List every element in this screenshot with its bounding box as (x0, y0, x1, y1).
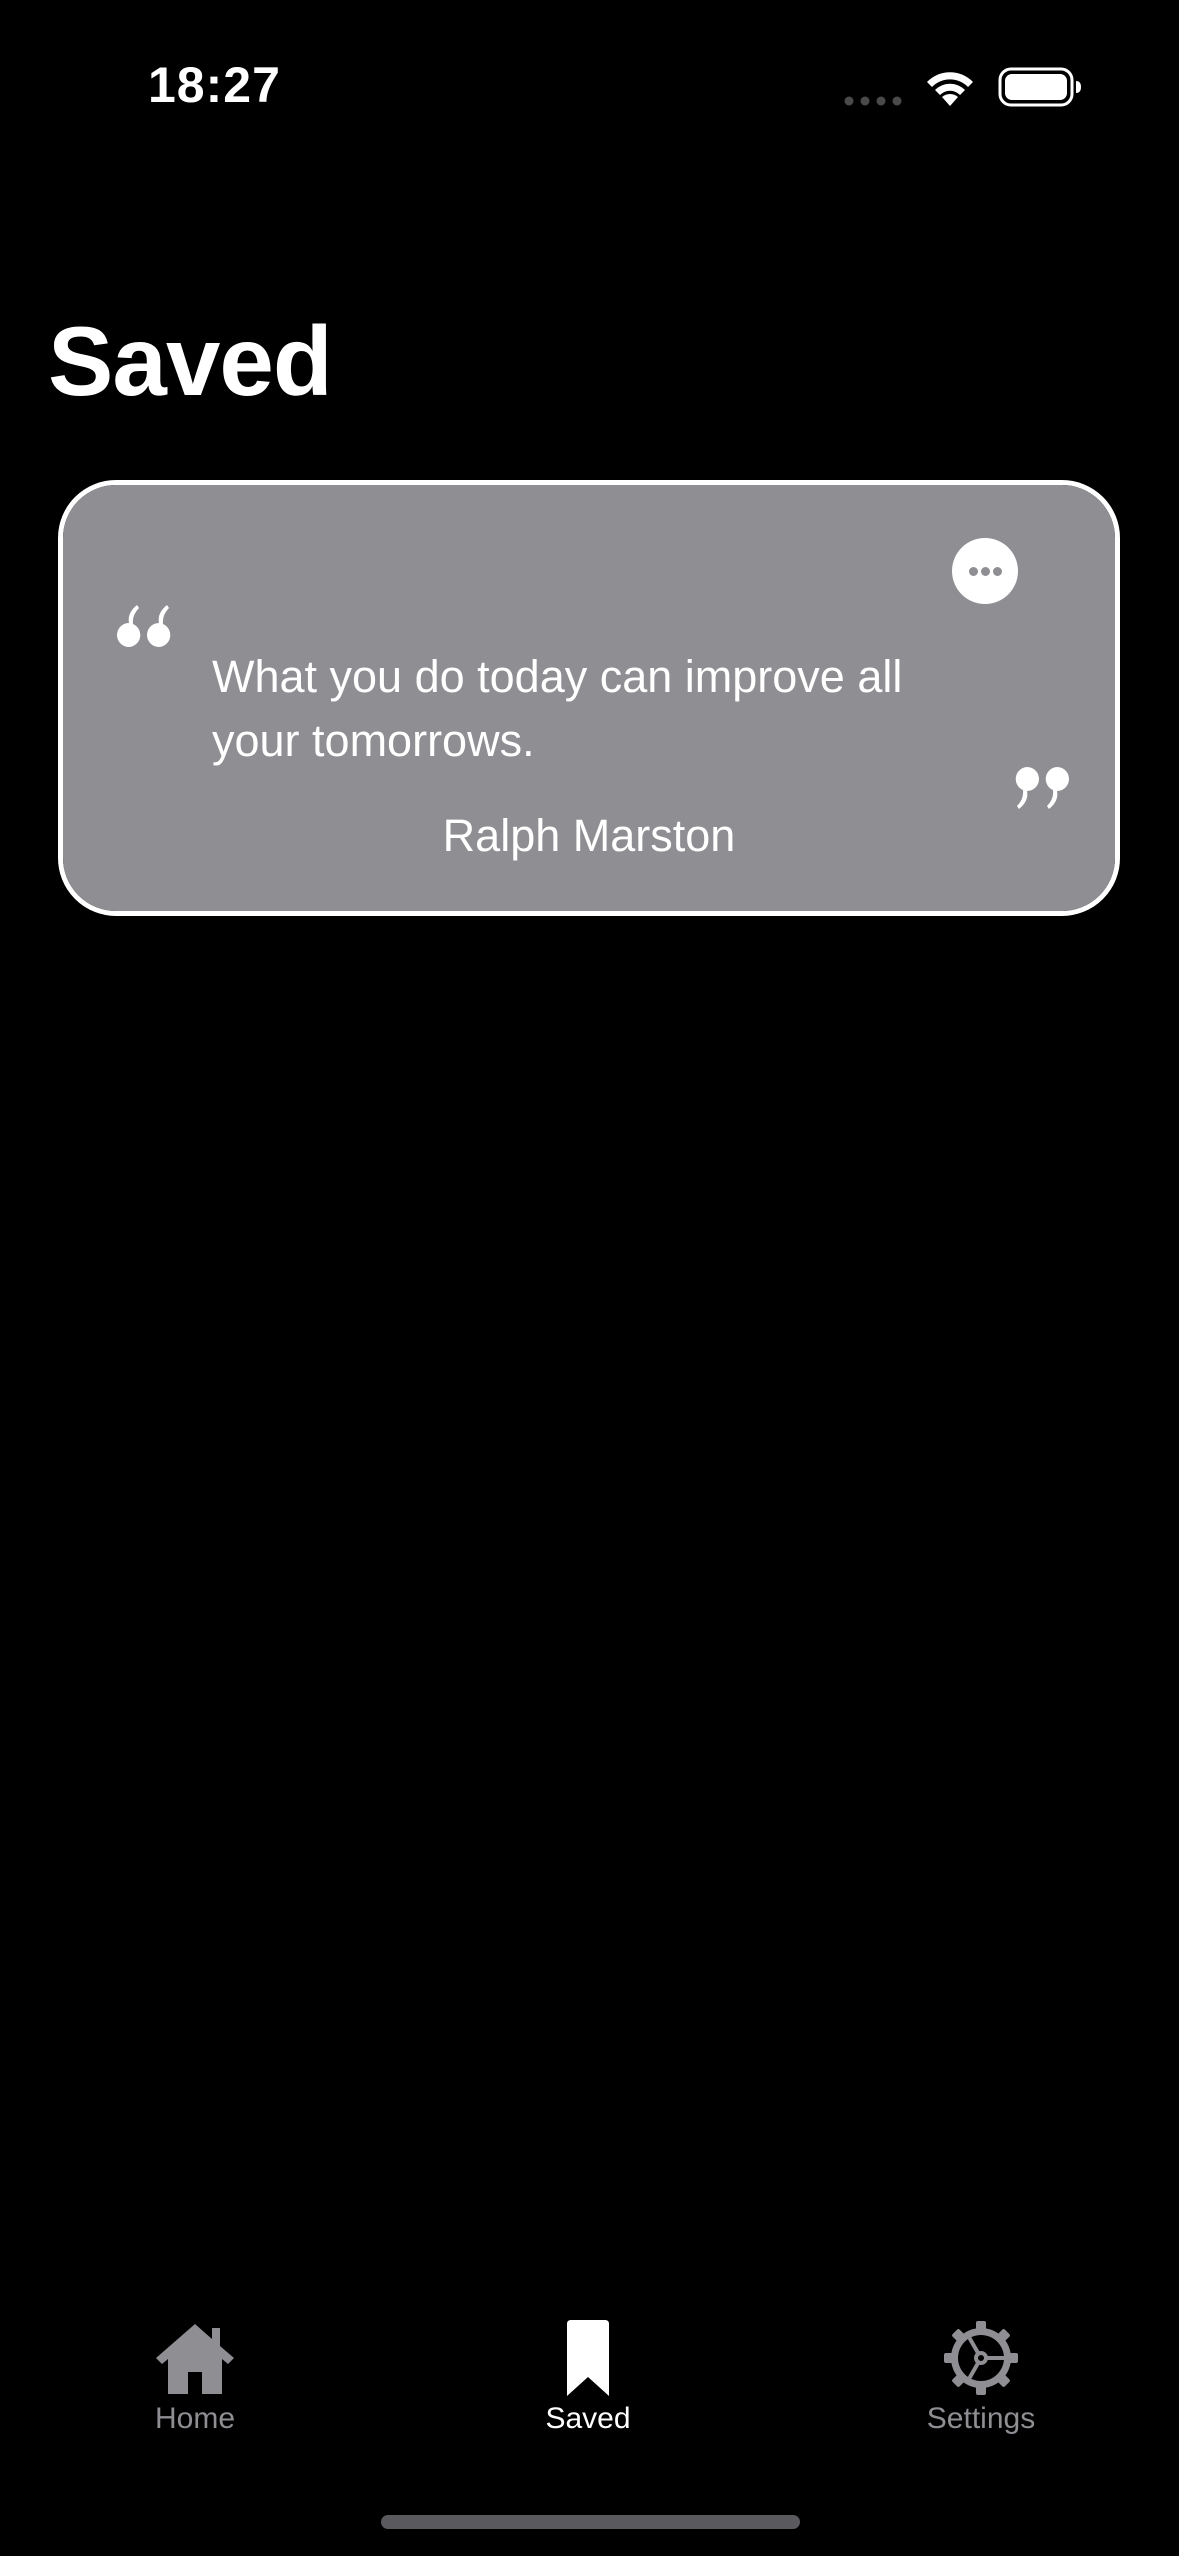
ellipsis-dot (981, 567, 990, 576)
ellipsis-dot (993, 567, 1002, 576)
tab-saved[interactable]: Saved (478, 2320, 698, 2460)
tab-home[interactable]: Home (85, 2320, 305, 2460)
status-time: 18:27 (148, 57, 281, 113)
quote-author: Ralph Marston (442, 810, 736, 861)
battery-icon (998, 67, 1081, 107)
ellipsis-dot (969, 567, 978, 576)
cellular-signal-icon (844, 96, 902, 106)
status-bar: 18:27 (0, 0, 1179, 150)
quote-text: What you do today can improve all your t… (212, 651, 903, 766)
tab-label-saved: Saved (545, 2402, 631, 2435)
bookmark-icon (567, 2320, 609, 2396)
quote-card[interactable]: What you do today can improve all your t… (58, 480, 1120, 916)
tab-label-home: Home (154, 2402, 236, 2435)
page-title: Saved (48, 306, 333, 416)
home-indicator[interactable] (381, 2515, 800, 2529)
house-icon (156, 2324, 234, 2394)
tab-settings[interactable]: Settings (871, 2320, 1091, 2460)
wifi-icon (927, 72, 973, 106)
gear-icon (944, 2321, 1018, 2395)
open-quote-icon (117, 605, 171, 647)
more-options-button[interactable] (952, 538, 1018, 604)
tab-bar: Home Saved Settings (0, 2300, 1179, 2480)
close-quote-icon (1015, 767, 1069, 809)
tab-label-settings: Settings (926, 2402, 1036, 2435)
